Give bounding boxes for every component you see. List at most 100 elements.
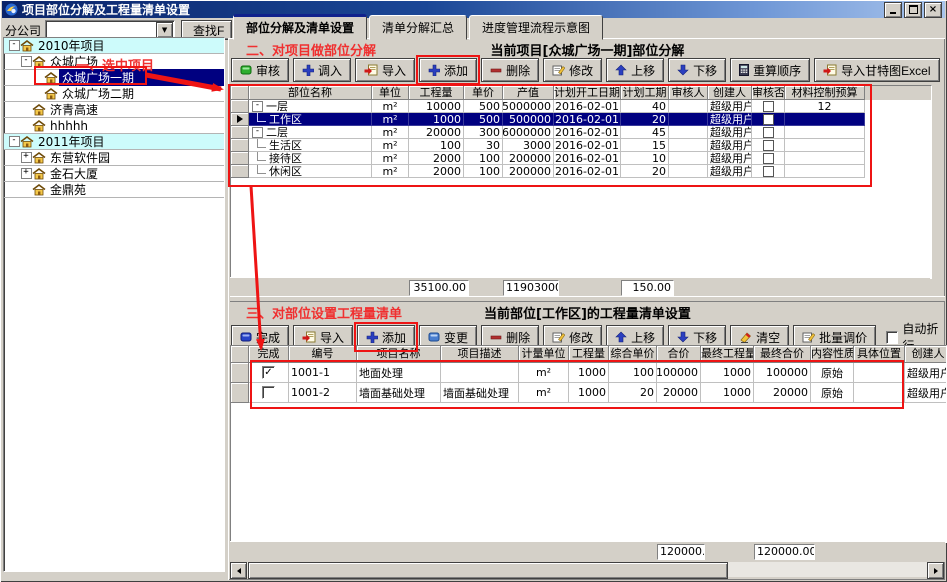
checkbox-icon[interactable] (886, 331, 898, 344)
done-checkbox[interactable] (262, 386, 275, 399)
parts-导入-button[interactable]: 导入 (355, 58, 415, 82)
cell-auditor (669, 126, 708, 139)
table-row[interactable]: 休闲区m²20001002000002016-02-0120超级用户 (231, 165, 931, 178)
table-row[interactable]: 生活区m²1003030002016-02-0115超级用户 (231, 139, 931, 152)
tree-item[interactable]: - 2010年项目 (4, 38, 224, 54)
column-header: 创建人 (708, 86, 752, 100)
scroll-left-button[interactable] (230, 562, 247, 579)
import-icon (302, 331, 316, 343)
cell-nature: 原始 (811, 383, 854, 403)
parts-修改-button[interactable]: 修改 (543, 58, 602, 82)
audited-checkbox[interactable] (763, 166, 774, 177)
scrollbar-thumb[interactable] (248, 562, 728, 579)
parts-重算顺序-button[interactable]: 重算顺序 (730, 58, 810, 82)
tree-item[interactable]: -2011年项目 (4, 134, 224, 150)
scroll-right-icon (934, 568, 938, 574)
parts-调入-button[interactable]: 调入 (293, 58, 351, 82)
horizontal-scrollbar (230, 562, 944, 577)
tree-item-label: 众城广场二期 (59, 85, 137, 102)
collapse-icon[interactable]: - (9, 40, 20, 51)
row-indicator (231, 152, 249, 165)
parts-审核-button[interactable]: 审核 (231, 58, 289, 82)
minimize-icon (890, 12, 896, 14)
tree-item[interactable]: 济青高速 (4, 102, 224, 118)
audited-checkbox[interactable] (763, 153, 774, 164)
maximize-button[interactable] (904, 2, 922, 18)
row-indicator (231, 113, 249, 126)
table-row[interactable]: -一层m²1000050050000002016-02-0140超级用户12 (231, 100, 931, 113)
expand-icon[interactable]: + (21, 152, 32, 163)
collapse-icon[interactable]: - (252, 101, 263, 112)
done-checkbox[interactable]: ✓ (262, 366, 275, 379)
total-final-price: 120000.00 (754, 544, 815, 560)
tree-item-label: hhhhh (47, 119, 91, 133)
cell-duration: 15 (621, 139, 669, 152)
audited-checkbox[interactable] (763, 127, 774, 138)
cell-total: 100000 (657, 363, 701, 383)
parts-添加-button[interactable]: 添加 (419, 58, 477, 82)
cell-final-total: 100000 (754, 363, 811, 383)
table-row[interactable]: 接待区m²20001002000002016-02-0110超级用户 (231, 152, 931, 165)
column-header: 项目描述 (441, 346, 519, 363)
table-row[interactable]: 工作区m²10005005000002016-02-0120超级用户 (231, 113, 931, 126)
cell-start-date: 2016-02-01 (554, 100, 621, 113)
table-row[interactable]: ✓1001-1地面处理m²10001001000001000100000原始超级… (231, 363, 946, 383)
tree-item-label: 金鼎苑 (47, 181, 89, 198)
parts-下移-button[interactable]: 下移 (668, 58, 726, 82)
column-header: 工程量 (569, 346, 609, 363)
row-indicator (231, 165, 249, 178)
cell-budget: 12 (785, 100, 865, 113)
tab-3[interactable]: 进度管理流程示意图 (469, 15, 603, 40)
cell-part-name: 工作区 (249, 113, 372, 126)
column-header: 综合单价 (609, 346, 657, 363)
tree-item[interactable]: -众城广场 (4, 54, 224, 70)
expand-icon[interactable]: + (21, 168, 32, 179)
audited-checkbox[interactable] (763, 140, 774, 151)
collapse-icon[interactable]: - (21, 56, 32, 67)
cell-item-name: 地面处理 (357, 363, 441, 383)
audited-checkbox[interactable] (763, 101, 774, 112)
cell-creator: 超级用户 (708, 152, 752, 165)
cell-final-qty: 1000 (701, 363, 754, 383)
parts-导入甘特图Excel-button[interactable]: 导入甘特图Excel (814, 58, 939, 82)
tree-item[interactable]: 众城广场一期 (4, 70, 224, 86)
tree-item[interactable]: +金石大厦 (4, 166, 224, 182)
cell-qty: 1000 (569, 383, 609, 403)
parts-上移-button[interactable]: 上移 (606, 58, 664, 82)
cell-budget (785, 139, 865, 152)
cell-part-name: -一层 (249, 100, 372, 113)
tree-item[interactable]: 众城广场二期 (4, 86, 224, 102)
cell-price: 300 (464, 126, 503, 139)
cell-unit-price: 20 (609, 383, 657, 403)
audited-checkbox[interactable] (763, 114, 774, 125)
parts-删除-button[interactable]: 删除 (481, 58, 539, 82)
cell-code: 1001-1 (289, 363, 357, 383)
close-button[interactable]: × (924, 2, 942, 18)
plus-icon (302, 64, 314, 76)
cell-item-name: 墙面基础处理 (357, 383, 441, 403)
cell-unit: m² (372, 165, 409, 178)
collapse-icon[interactable]: - (9, 136, 20, 147)
tab-1[interactable]: 部位分解及清单设置 (233, 14, 367, 40)
table-row[interactable]: -二层m²2000030060000002016-02-0145超级用户 (231, 126, 931, 139)
tree-item[interactable]: +东营软件园 (4, 150, 224, 166)
column-header: 项目名称 (357, 346, 441, 363)
cell-unit: m² (519, 363, 569, 383)
splitter[interactable] (230, 296, 945, 302)
cell-location (854, 383, 905, 403)
tree-item[interactable]: 金鼎苑 (4, 182, 224, 198)
column-header: 合价 (657, 346, 701, 363)
edit-icon (802, 331, 815, 343)
tree-item[interactable]: hhhhh (4, 118, 224, 134)
calculator-icon (739, 64, 749, 76)
chevron-down-icon[interactable]: ▼ (156, 22, 173, 38)
tab-2[interactable]: 清单分解汇总 (369, 15, 467, 40)
collapse-icon[interactable]: - (252, 127, 263, 138)
table-row[interactable]: 1001-2墙面基础处理墙面基础处理m²10002020000100020000… (231, 383, 946, 403)
scroll-right-button[interactable] (927, 562, 944, 579)
column-header: 审核人 (669, 86, 708, 100)
minimize-button[interactable] (884, 2, 902, 18)
cell-qty: 2000 (409, 165, 464, 178)
tree-item-label: 2010年项目 (35, 37, 108, 54)
cell-auditor (669, 113, 708, 126)
